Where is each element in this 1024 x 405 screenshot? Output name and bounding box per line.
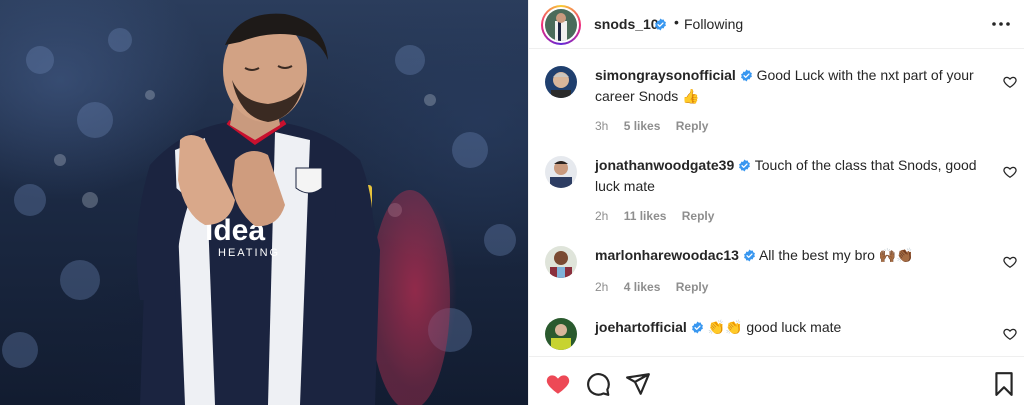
comment-content: All the best my bro 🙌🏾👏🏾 [758, 247, 914, 263]
heart-outline-icon[interactable] [1003, 165, 1017, 179]
comment-likes[interactable]: 5 likes [624, 119, 661, 133]
comment-text: simongraysonofficial Good Luck with the … [595, 66, 981, 106]
post-header: snods_10 • Following [529, 0, 1024, 49]
comments-list[interactable]: simongraysonofficial Good Luck with the … [529, 50, 1024, 355]
author-avatar[interactable] [541, 5, 581, 45]
commenter-avatar[interactable] [545, 156, 577, 188]
svg-text:HEATING: HEATING [218, 247, 280, 259]
reply-button[interactable]: Reply [682, 209, 715, 223]
comment-time: 2h [595, 209, 609, 223]
verified-badge-icon [740, 68, 753, 87]
comment-text: joehartofficial 👏👏 good luck mate [595, 318, 981, 339]
comment-meta: 2h 11 likes Reply [595, 209, 726, 223]
heart-filled-icon[interactable] [545, 371, 571, 397]
verified-badge-icon [654, 16, 667, 34]
commenter-avatar[interactable] [545, 66, 577, 98]
comment-likes[interactable]: 4 likes [624, 280, 661, 294]
header-separator: • [674, 14, 679, 30]
post-side-panel: snods_10 • Following simongraysonofficia… [528, 0, 1024, 405]
reply-button[interactable]: Reply [676, 280, 709, 294]
comment-text: jonathanwoodgate39 Touch of the class th… [595, 156, 981, 196]
post-photo: idea HEATING [0, 0, 528, 405]
comment-text: marlonharewoodac13 All the best my bro 🙌… [595, 246, 981, 267]
commenter-avatar[interactable] [545, 318, 577, 350]
comment-content: 👏👏 good luck mate [707, 319, 842, 335]
verified-badge-icon [743, 248, 756, 267]
bookmark-icon[interactable] [991, 371, 1017, 397]
commenter-username[interactable]: simongraysonofficial [595, 67, 736, 83]
verified-badge-icon [691, 320, 704, 339]
more-options-icon[interactable] [989, 14, 1013, 34]
author-username[interactable]: snods_10 [594, 16, 659, 32]
author-avatar-image [545, 9, 577, 41]
comment-meta: 2h 4 likes Reply [595, 280, 720, 294]
comment-meta: 3h 5 likes Reply [595, 119, 720, 133]
reply-button[interactable]: Reply [676, 119, 709, 133]
commenter-username[interactable]: marlonharewoodac13 [595, 247, 739, 263]
following-button[interactable]: Following [684, 16, 743, 32]
heart-outline-icon[interactable] [1003, 75, 1017, 89]
comment-time: 2h [595, 280, 609, 294]
heart-outline-icon[interactable] [1003, 255, 1017, 269]
heart-outline-icon[interactable] [1003, 327, 1017, 341]
verified-badge-icon [738, 158, 751, 177]
comment-likes[interactable]: 11 likes [624, 209, 667, 223]
post-action-bar [529, 356, 1024, 405]
comment-time: 3h [595, 119, 609, 133]
commenter-username[interactable]: joehartofficial [595, 319, 687, 335]
commenter-username[interactable]: jonathanwoodgate39 [595, 157, 734, 173]
comment-icon[interactable] [585, 371, 611, 397]
commenter-avatar[interactable] [545, 246, 577, 278]
share-icon[interactable] [625, 371, 651, 397]
player-photo-illustration: idea HEATING [2, 13, 516, 405]
